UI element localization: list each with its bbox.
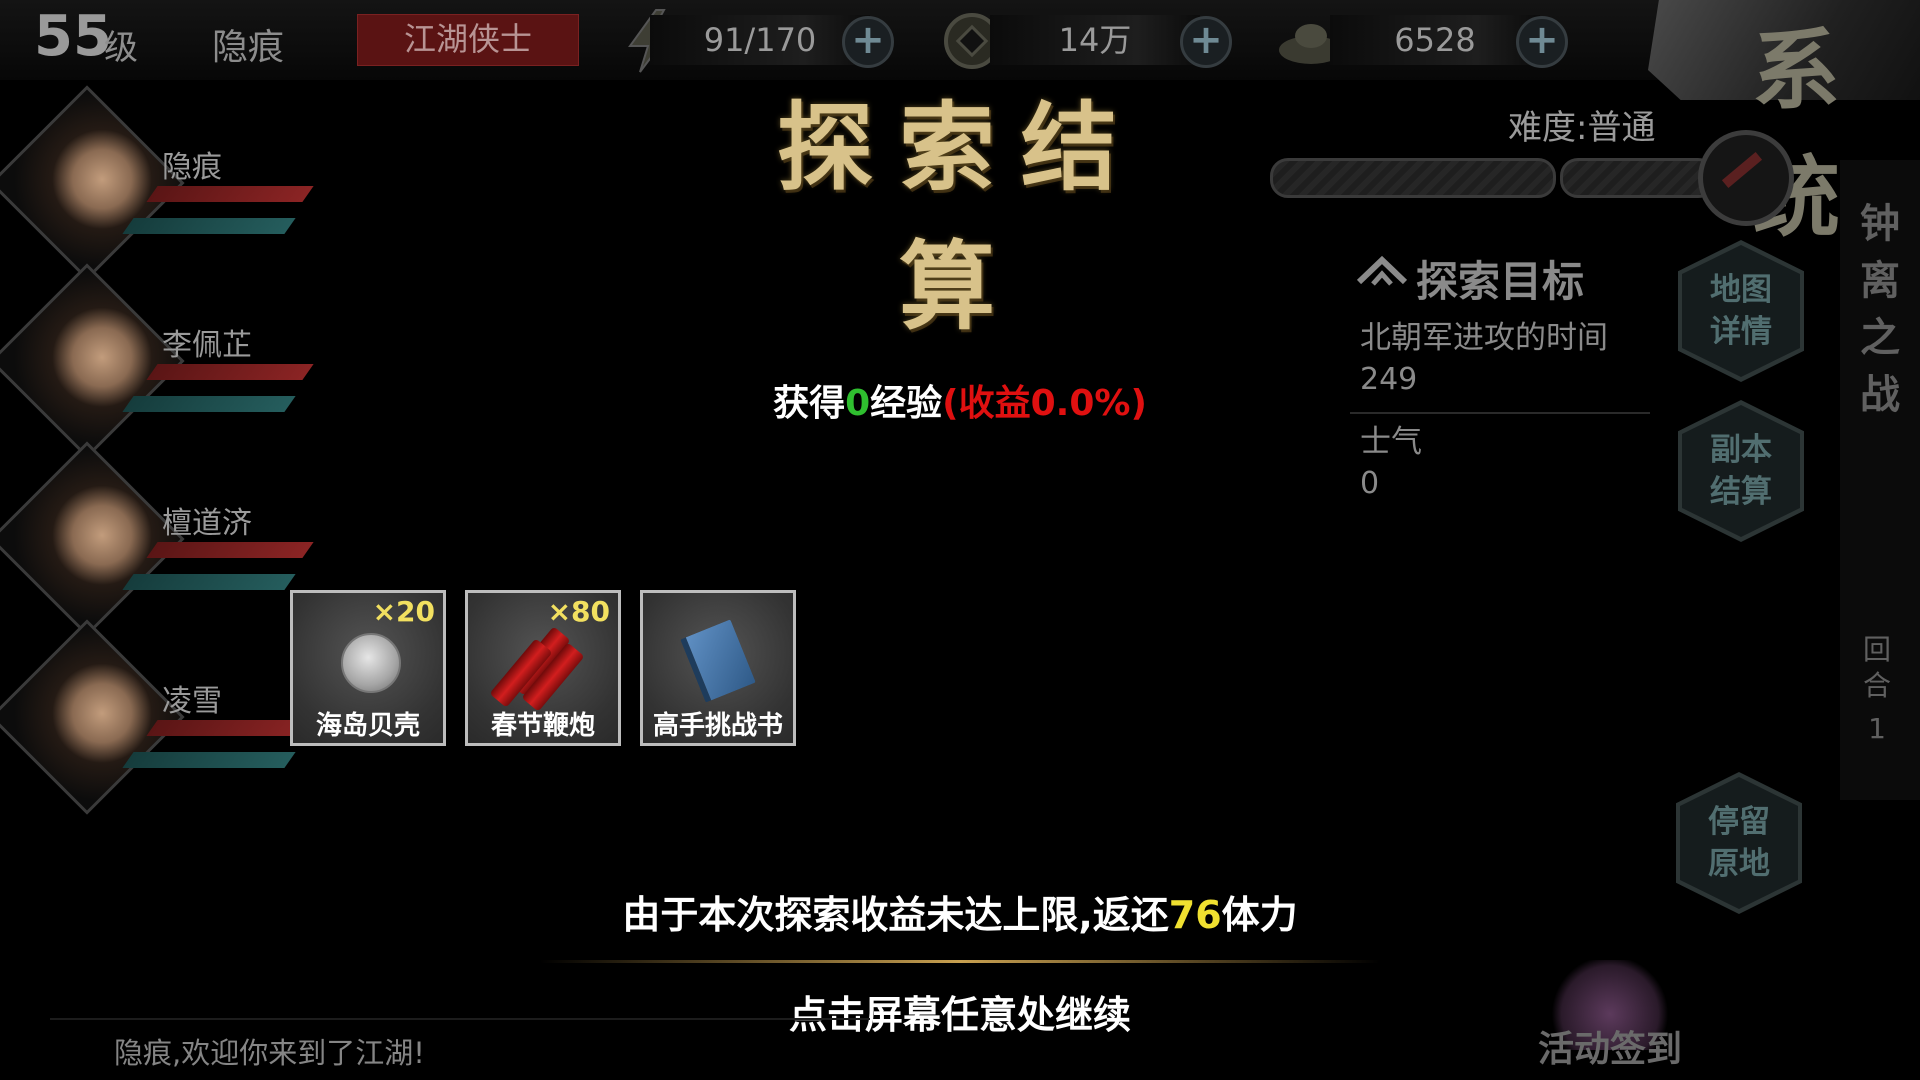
button-label: 原地 <box>1708 846 1770 882</box>
add-ingot-button[interactable]: + <box>1516 16 1568 68</box>
mp-bar <box>122 218 296 234</box>
hp-bar <box>146 720 314 736</box>
refund-message: 由于本次探索收益未达上限,返还76体力 <box>420 884 1500 939</box>
reward-item[interactable]: ×80 春节鞭炮 <box>465 590 621 746</box>
exp-prefix: 获得 <box>773 383 846 424</box>
player-level: 55 <box>34 4 112 69</box>
item-name: 海岛贝壳 <box>315 711 420 741</box>
chevron-up-icon <box>1355 252 1409 298</box>
round-label: 回合 <box>1862 633 1891 702</box>
difficulty-track-left <box>1270 158 1556 198</box>
button-label: 详情 <box>1710 314 1772 350</box>
refund-suffix: 体力 <box>1221 893 1298 937</box>
member-name: 檀道济 <box>162 506 252 541</box>
stay-button[interactable]: 停留 原地 <box>1676 772 1802 914</box>
divider <box>50 1018 870 1020</box>
button-label: 结算 <box>1710 474 1772 510</box>
page-title: 探索结算 <box>777 91 1143 343</box>
book-icon <box>680 619 756 703</box>
item-name: 高手挑战书 <box>652 711 783 741</box>
event-checkin-label[interactable]: 活动签到 <box>1538 1020 1682 1072</box>
item-count: ×80 <box>547 595 610 628</box>
objective-value: 249 <box>1360 362 1418 397</box>
coin-value: 14万 <box>1058 21 1132 59</box>
item-name: 春节鞭炮 <box>490 711 595 741</box>
avatar <box>0 263 185 459</box>
party-member-4[interactable]: 凌雪 <box>0 619 330 815</box>
add-coin-button[interactable]: + <box>1180 16 1232 68</box>
avatar <box>0 441 185 637</box>
button-label: 停留 <box>1708 804 1770 840</box>
add-stamina-button[interactable]: + <box>842 16 894 68</box>
party-member-3[interactable]: 檀道济 <box>0 441 330 637</box>
ingot-value: 6528 <box>1394 21 1476 59</box>
continue-prompt[interactable]: 点击屏幕任意处继续 <box>660 984 1260 1039</box>
reward-item[interactable]: ×20 海岛贝壳 <box>290 590 446 746</box>
ingot-bar: 6528 <box>1330 15 1540 65</box>
dungeon-name: 钟离之战 <box>1860 201 1900 418</box>
refund-value: 76 <box>1168 893 1222 937</box>
exp-value: 0 <box>845 383 871 424</box>
divider <box>540 960 1380 963</box>
member-name: 隐痕 <box>162 150 222 185</box>
button-label: 副本 <box>1710 432 1772 468</box>
refund-prefix: 由于本次探索收益未达上限,返还 <box>622 893 1169 937</box>
mp-bar <box>122 396 296 412</box>
objective-value: 0 <box>1360 466 1380 501</box>
reward-item[interactable]: 高手挑战书 <box>640 590 796 746</box>
hex-face: 副本 结算 <box>1682 405 1800 537</box>
member-name: 凌雪 <box>162 684 222 719</box>
player-title-badge[interactable]: 江湖侠士 <box>357 14 579 66</box>
avatar <box>0 85 185 281</box>
hp-bar <box>146 542 314 558</box>
chat-message[interactable]: 隐痕,欢迎你来到了江湖! <box>114 1030 425 1072</box>
party-member-2[interactable]: 李佩芷 <box>0 263 330 459</box>
member-name: 李佩芷 <box>162 328 252 363</box>
hp-bar <box>146 364 314 380</box>
explore-goal-title: 探索目标 <box>1416 257 1585 306</box>
button-label: 地图 <box>1710 272 1772 308</box>
exp-result: 获得0经验(收益0.0%) <box>600 374 1320 426</box>
mp-bar <box>122 752 296 768</box>
avatar <box>0 619 185 815</box>
hex-face: 地图 详情 <box>1682 245 1800 377</box>
stamina-bar: 91/170 <box>650 15 870 65</box>
divider <box>1350 412 1650 414</box>
round-number: 1 <box>1868 712 1886 745</box>
difficulty-label: 难度:普通 <box>1508 108 1656 148</box>
player-name: 隐痕 <box>212 27 285 68</box>
compass-icon <box>1698 130 1794 226</box>
dungeon-settle-button[interactable]: 副本 结算 <box>1678 400 1804 542</box>
hp-bar <box>146 186 314 202</box>
party-member-1[interactable]: 隐痕 <box>0 85 330 281</box>
mp-bar <box>122 574 296 590</box>
shell-icon <box>341 633 401 693</box>
stamina-value: 91/170 <box>703 21 817 59</box>
player-level-unit: 级 <box>104 28 138 68</box>
objective-label: 士气 <box>1360 424 1422 460</box>
exp-suffix: 经验 <box>870 383 943 424</box>
objective-label: 北朝军进攻的时间 <box>1360 320 1608 356</box>
hex-face: 停留 原地 <box>1680 777 1798 909</box>
item-count: ×20 <box>372 595 435 628</box>
difficulty-track-right <box>1560 158 1716 198</box>
map-detail-button[interactable]: 地图 详情 <box>1678 240 1804 382</box>
coin-bar: 14万 <box>990 15 1200 65</box>
exp-rate: (收益0.0%) <box>942 383 1147 424</box>
